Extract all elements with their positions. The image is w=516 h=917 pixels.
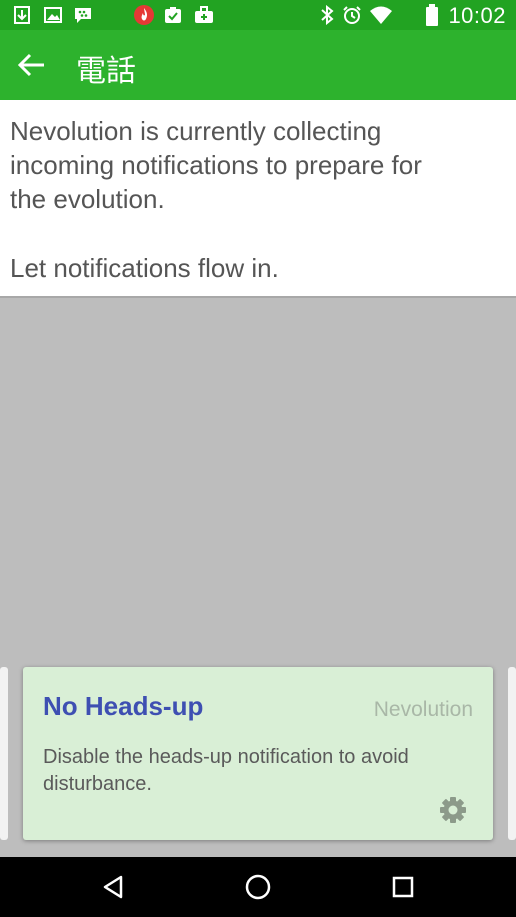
previous-card-edge[interactable] (0, 667, 8, 840)
back-button[interactable] (14, 50, 48, 80)
message-line: Nevolution is currently collecting (10, 116, 382, 146)
alarm-icon (343, 6, 361, 24)
wifi-icon (370, 6, 392, 24)
arrow-back-icon (17, 53, 44, 77)
nav-back-button[interactable] (99, 872, 129, 902)
card-title: No Heads-up (43, 691, 204, 721)
gear-icon (440, 797, 466, 823)
message-line: incoming notifications to prepare for (10, 150, 422, 180)
bbm-icon (75, 8, 91, 23)
next-card-edge[interactable] (508, 667, 516, 840)
card-description-line: Disable the heads-up notification to avo… (43, 746, 409, 768)
card-description-line: disturbance. (43, 773, 152, 795)
download-icon (14, 6, 30, 24)
clipboard-check-icon (165, 7, 181, 23)
card-settings-button[interactable] (439, 796, 467, 824)
message-line: the evolution. (10, 184, 165, 214)
recents-square-icon (392, 876, 414, 898)
feature-card[interactable]: No Heads-up Nevolution Disable the heads… (23, 667, 493, 840)
battery-icon (426, 4, 438, 26)
info-message-panel: Nevolution is currently collecting incom… (0, 100, 516, 298)
briefcase-icon (195, 6, 213, 23)
status-time: 10:02 (448, 3, 506, 28)
bluetooth-icon (321, 5, 334, 25)
vpn-fire-icon (134, 5, 154, 25)
status-bar: 10:02 (0, 0, 516, 30)
image-icon (44, 7, 62, 23)
card-source: Nevolution (373, 698, 473, 721)
message-line: Let notifications flow in. (10, 253, 279, 283)
home-circle-icon (245, 874, 271, 900)
back-triangle-icon (103, 875, 123, 899)
page-title: 電話 (76, 54, 136, 89)
app-bar: 電話 (0, 30, 516, 100)
nav-home-button[interactable] (243, 872, 273, 902)
nav-recents-button[interactable] (388, 872, 418, 902)
navigation-bar (0, 857, 516, 917)
